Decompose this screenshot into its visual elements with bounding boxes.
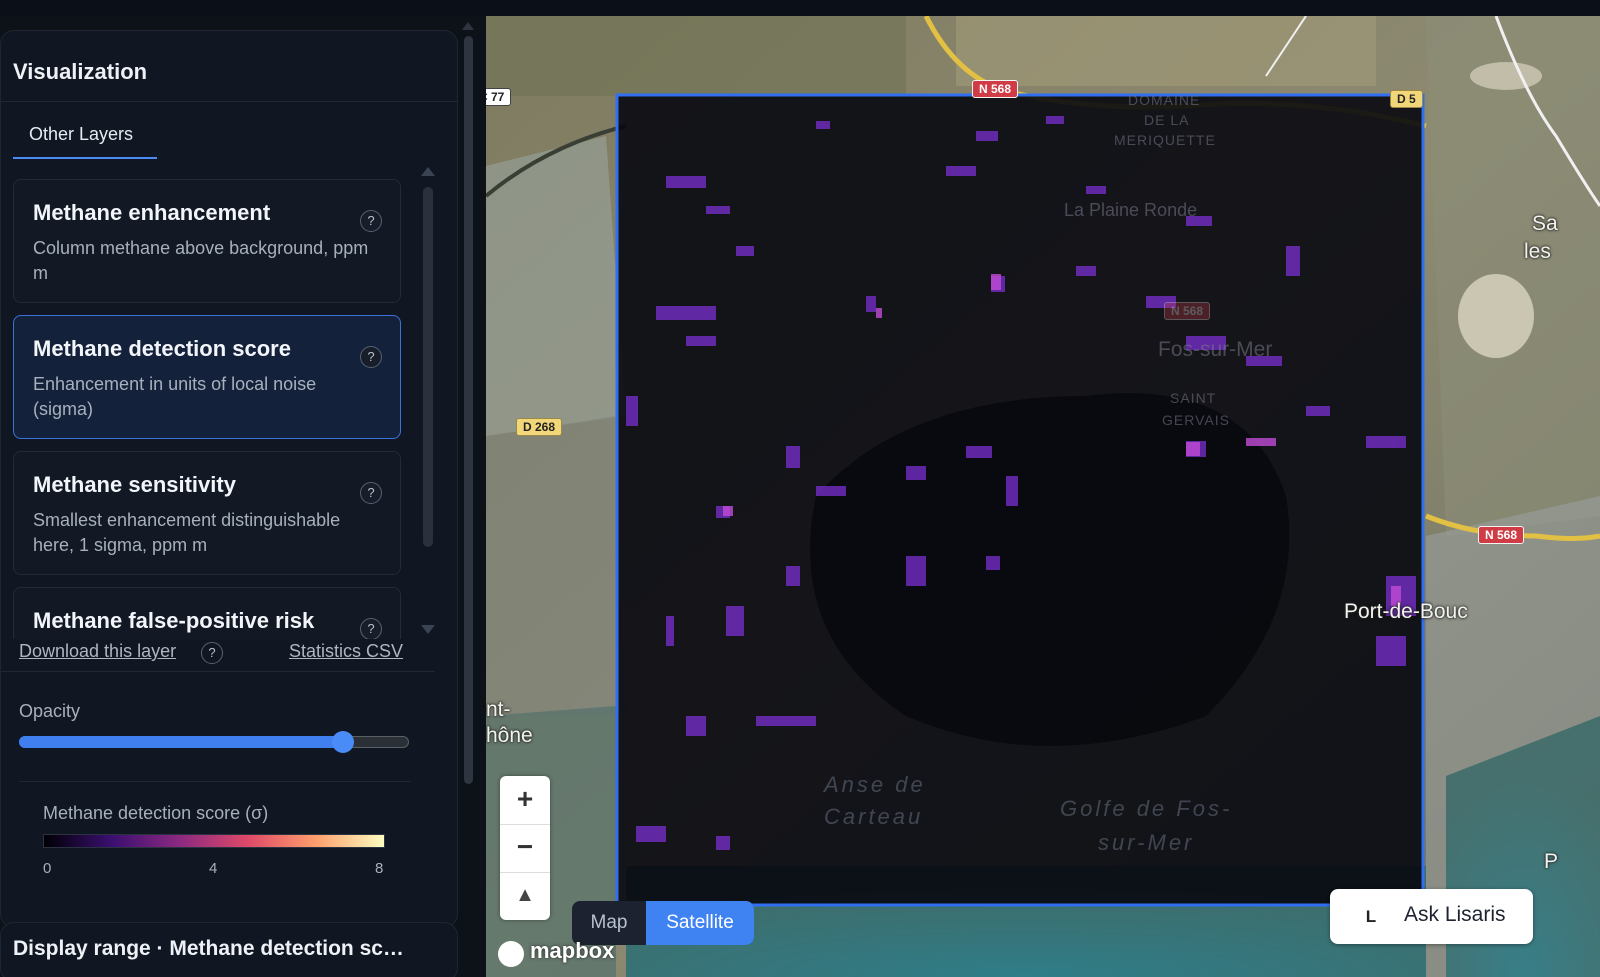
map-canvas[interactable]: DOMAINE DE LA MERIQUETTE La Plaine Ronde… (486, 16, 1600, 977)
tab-other-layers[interactable]: Other Layers (13, 121, 157, 159)
help-icon[interactable]: ? (201, 642, 223, 664)
zoom-control: + − ▲ (500, 776, 550, 920)
compass-icon[interactable]: ▲ (500, 872, 550, 920)
section-divider (19, 781, 411, 782)
download-layer-link[interactable]: Download this layer (19, 641, 176, 662)
map-label-meriquette: MERIQUETTE (1114, 132, 1216, 148)
map-label-anse-1: Anse de (824, 772, 926, 797)
display-range-title: Display range · Methane detection sc… (13, 937, 404, 960)
layer-description: Column methane above background, ppm m (33, 238, 369, 283)
layer-list[interactable]: Methane enhancement Column methane above… (13, 179, 401, 639)
top-bar (0, 0, 1600, 16)
layer-name: Methane sensitivity (33, 472, 236, 497)
layer-card-methane-false-positive-risk[interactable]: Methane false-positive risk ? (13, 587, 401, 639)
statistics-csv-link[interactable]: Statistics CSV (289, 641, 403, 662)
tab-active-indicator (13, 157, 157, 159)
opacity-slider-thumb[interactable] (331, 731, 354, 753)
help-icon[interactable]: ? (360, 618, 382, 639)
map-label-rhone-2: hône (486, 724, 533, 747)
opacity-label: Opacity (19, 701, 81, 721)
zoom-out-button[interactable]: − (500, 824, 550, 872)
map-label-les: les (1524, 240, 1551, 263)
legend-title: Methane detection score (σ) (43, 803, 269, 823)
layer-name: Methane false-positive risk (33, 608, 315, 633)
layer-name: Methane enhancement (33, 200, 271, 225)
road-badge-d268: D 268 (516, 418, 563, 436)
list-scroll-down-icon[interactable] (421, 625, 435, 634)
visualization-card: Visualization Other Layers Methane enhan… (0, 30, 458, 928)
zoom-in-button[interactable]: + (500, 776, 550, 824)
legend-tick: 8 (375, 860, 384, 877)
panel-scroll-up-icon[interactable] (462, 22, 474, 30)
map-label-p: P (1544, 850, 1559, 873)
app-root: DOMAINE DE LA MERIQUETTE La Plaine Ronde… (0, 0, 1600, 977)
map-label-gervais: GERVAIS (1162, 412, 1230, 428)
help-icon[interactable]: ? (360, 482, 382, 504)
help-icon[interactable]: ? (360, 210, 382, 232)
layer-description: Smallest enhancement distinguishable her… (33, 510, 341, 555)
assistant-label: Ask Lisaris (1404, 903, 1506, 926)
section-divider (1, 671, 435, 672)
help-icon[interactable]: ? (360, 346, 382, 368)
road-badge-n568-top: N 568 (972, 80, 1019, 98)
map-label-domaine: DOMAINE (1128, 92, 1201, 108)
road-badge-c77: C 77 (486, 88, 512, 106)
list-scrollbar[interactable] (423, 187, 433, 547)
map-label-de-la: DE LA (1144, 112, 1190, 128)
road-badge-n568-faded: N 568 (1164, 302, 1211, 320)
display-range-card[interactable]: Display range · Methane detection sc… (0, 922, 458, 977)
side-panel: Visualization Other Layers Methane enhan… (0, 16, 486, 977)
assistant-shortcut-key: L (1365, 907, 1377, 926)
road-badge-n568-right: N 568 (1478, 526, 1525, 544)
map-label-anse-2: Carteau (824, 804, 924, 829)
map-label-golfe-2: sur-Mer (1098, 830, 1195, 855)
road-badge-d5: D 5 (1390, 90, 1423, 108)
layer-name: Methane detection score (33, 336, 291, 361)
panel-scrollbar[interactable] (464, 36, 473, 784)
opacity-fill (19, 736, 343, 748)
mapbox-logo-icon (498, 941, 524, 967)
opacity-slider[interactable] (19, 731, 409, 753)
map-label-fos: Fos-sur-Mer (1158, 338, 1273, 361)
legend-tick: 4 (209, 860, 218, 877)
map-label-saint: SAINT (1170, 390, 1217, 406)
map-label-plaine-ronde: La Plaine Ronde (1064, 200, 1198, 220)
layer-card-methane-detection-score[interactable]: Methane detection score Enhancement in u… (13, 315, 401, 439)
panel-divider (1, 101, 457, 102)
map-label-port-de-bouc: Port-de-Bouc (1344, 600, 1468, 623)
layer-card-methane-sensitivity[interactable]: Methane sensitivity Smallest enhancement… (13, 451, 401, 575)
layer-description: Enhancement in units of local noise (sig… (33, 374, 317, 419)
legend-colorbar (43, 834, 385, 848)
legend-tick: 0 (43, 860, 52, 877)
map-label-golfe-1: Golfe de Fos- (1060, 796, 1233, 821)
map-label-rhone-1: nt- (486, 698, 511, 721)
panel-title: Visualization (13, 59, 148, 84)
mapbox-attribution[interactable]: mapbox (530, 938, 614, 964)
tab-label: Other Layers (29, 124, 134, 144)
satellite-style-button[interactable]: Satellite (646, 901, 754, 945)
satellite-imagery (486, 16, 1600, 977)
list-scroll-up-icon[interactable] (421, 167, 435, 176)
map-label-sa: Sa (1532, 212, 1558, 235)
layer-card-methane-enhancement[interactable]: Methane enhancement Column methane above… (13, 179, 401, 303)
